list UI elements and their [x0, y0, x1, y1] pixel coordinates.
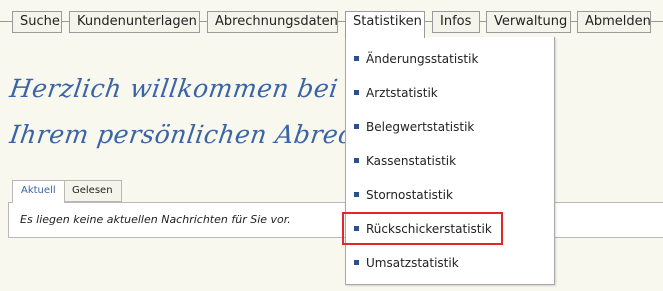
bullet-icon	[354, 90, 359, 95]
nav-item-verwaltung[interactable]: Verwaltung	[486, 11, 571, 33]
bullet-icon	[354, 260, 359, 265]
message-text: Es liegen keine aktuellen Nachrichten fü…	[20, 213, 291, 226]
menu-item-aenderungsstatistik[interactable]: Änderungsstatistik	[346, 46, 554, 72]
bullet-icon	[354, 226, 359, 231]
menu-item-umsatzstatistik[interactable]: Umsatzstatistik	[346, 250, 554, 276]
menu-item-label: Stornostatistik	[366, 188, 453, 202]
menu-item-stornostatistik[interactable]: Stornostatistik	[346, 182, 554, 208]
bullet-icon	[354, 56, 359, 61]
nav-item-kundenunterlagen[interactable]: Kundenunterlagen	[69, 11, 200, 33]
bullet-icon	[354, 192, 359, 197]
nav-item-infos[interactable]: Infos	[432, 11, 480, 33]
bullet-icon	[354, 158, 359, 163]
nav-item-statistiken[interactable]: Statistiken	[345, 11, 425, 38]
menu-item-label: Kassenstatistik	[366, 154, 457, 168]
bullet-icon	[354, 124, 359, 129]
menu-item-label: Umsatzstatistik	[366, 256, 459, 270]
nav-item-abmelden[interactable]: Abmelden	[577, 11, 651, 33]
menu-item-rueckschickerstatistik[interactable]: Rückschickerstatistik	[346, 216, 554, 242]
nav-item-suche[interactable]: Suche	[12, 11, 62, 33]
nav-item-abrechnungsdaten[interactable]: Abrechnungsdaten	[207, 11, 338, 33]
menu-item-label: Änderungsstatistik	[366, 52, 479, 66]
menu-item-kassenstatistik[interactable]: Kassenstatistik	[346, 148, 554, 174]
tab-aktuell[interactable]: Aktuell	[12, 180, 65, 203]
menu-item-label: Rückschickerstatistik	[366, 222, 492, 236]
menu-item-belegwertstatistik[interactable]: Belegwertstatistik	[346, 114, 554, 140]
statistiken-dropdown: Änderungsstatistik Arztstatistik Belegwe…	[345, 37, 555, 285]
menu-item-label: Arztstatistik	[366, 86, 438, 100]
message-panel: Es liegen keine aktuellen Nachrichten fü…	[8, 202, 663, 238]
tab-gelesen[interactable]: Gelesen	[63, 180, 122, 202]
menu-item-label: Belegwertstatistik	[366, 120, 475, 134]
menu-item-arztstatistik[interactable]: Arztstatistik	[346, 80, 554, 106]
